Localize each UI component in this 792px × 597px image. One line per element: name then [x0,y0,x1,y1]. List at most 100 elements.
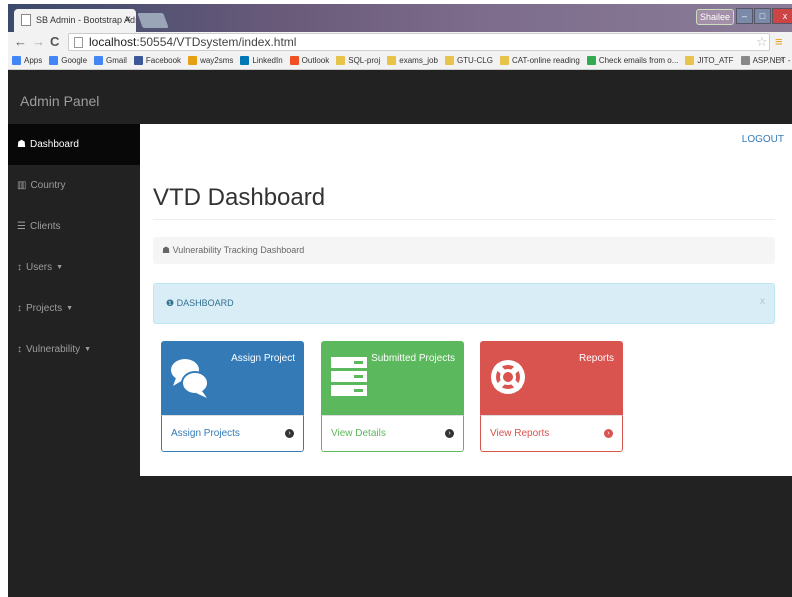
bookmark-label: CAT-online reading [511,56,580,65]
bookmarks-overflow-icon[interactable]: » [779,54,784,64]
bookmark-item[interactable]: GTU-CLG [444,56,493,65]
panel-link-text: View Reports [490,428,550,439]
bookmark-label: ASP.NET - Validators [752,56,792,65]
sidebar-item-country[interactable]: ▥ Country [8,165,140,206]
sidebar-item-label: Users [26,262,53,273]
bookmark-item[interactable]: Outlook [289,56,329,65]
bookmarks-bar: Apps Google Gmail Facebook way2sms LinkedIn Ou… [8,52,792,70]
bookmark-label: LinkedIn [252,56,283,65]
dashboard-icon: ☗ [17,139,26,150]
title-divider [153,219,775,220]
bookmark-item[interactable]: Gmail [94,56,127,65]
bookmark-item[interactable]: Apps [12,56,42,65]
submitted-projects-panel: Submitted Projects View Details › [321,341,464,452]
caret-down-icon: ▼ [66,305,74,312]
arrow-circle-right-icon: › [445,429,454,438]
bookmark-item[interactable]: Google [49,56,87,65]
sort-icon: ↕ [17,344,22,355]
sidebar-item-projects[interactable]: ↕ Projects ▼ [8,288,140,329]
address-bar[interactable]: localhost:50554/VTDsystem/index.html [68,33,770,51]
bookmark-item[interactable]: SQL-proj [336,56,380,65]
caret-down-icon: ▼ [56,264,64,271]
server-icon [331,357,367,396]
bookmark-label: SQL-proj [348,56,381,65]
panel-title: Submitted Projects [371,353,455,364]
logout-link[interactable]: LOGOUT [742,134,784,145]
reload-icon[interactable]: C [50,34,59,49]
brand-title[interactable]: Admin Panel [20,93,99,109]
alert-text: DASHBOARD [176,298,234,308]
bookmark-item[interactable]: Check emails from o... [586,56,679,65]
assign-projects-link[interactable]: Assign Projects › [161,415,304,452]
bookmark-label: Apps [24,56,43,65]
bookmark-item[interactable]: exams_job [387,56,438,65]
bookmark-label: JITO_ATF [697,56,734,65]
tab-close-icon[interactable]: × [125,14,131,25]
assign-project-panel: Assign Project Assign Projects › [161,341,304,452]
bookmark-item[interactable]: way2sms [188,56,233,65]
panel-link-text: View Details [331,428,386,439]
sidebar-item-label: Vulnerability [26,344,81,355]
folder-icon [387,56,397,65]
url-host: localhost [89,35,137,49]
bookmark-label: Check emails from o... [598,56,679,65]
back-arrow-icon[interactable]: ← [14,34,27,49]
bookmark-item[interactable]: CAT-online reading [499,56,580,65]
info-icon: ❶ [166,298,177,308]
bookmark-item[interactable]: LinkedIn [240,56,283,65]
outlook-icon [289,56,299,65]
sort-icon: ↕ [17,262,22,273]
panel-heading: Submitted Projects [321,341,464,415]
info-alert: ❶ DASHBOARD x [153,283,775,324]
profile-badge[interactable]: Shailee [696,9,734,25]
folder-icon [499,56,509,65]
sidebar-item-users[interactable]: ↕ Users ▼ [8,247,140,288]
sidebar-item-clients[interactable]: ☰ Clients [8,206,140,247]
aspnet-icon [740,56,750,65]
apps-grid-icon [12,56,21,65]
forward-arrow-icon[interactable]: → [32,34,45,49]
browser-menu-icon[interactable]: ≡ [775,34,783,49]
page-title: VTD Dashboard [153,184,326,211]
panel-title: Assign Project [231,353,295,364]
admin-app: Admin Panel ☗ Dashboard ▥ Country ☰ Clients ↕ U… [8,71,792,597]
minimize-icon[interactable]: – [736,8,753,24]
alert-close-icon[interactable]: x [760,296,765,307]
url-path: :50554/VTDsystem/index.html [136,35,297,49]
sidebar-item-label: Country [30,180,66,191]
bar-chart-icon: ▥ [17,180,27,191]
bookmark-item[interactable]: JITO_ATF [685,56,734,65]
sidebar-item-dashboard[interactable]: ☗ Dashboard [8,124,140,165]
bookmark-item[interactable]: ASP.NET - Validators [740,56,792,65]
view-reports-link[interactable]: View Reports › [480,415,623,452]
comments-icon [171,359,209,398]
tab-title: SB Admin - Bootstrap Adı [36,15,136,25]
page-info-icon[interactable] [74,37,83,48]
bookmark-label: Facebook [145,56,182,65]
google-icon [49,56,59,65]
linkedin-icon [240,56,250,65]
panel-link-text: Assign Projects [171,428,240,439]
bookmark-star-icon[interactable]: ☆ [756,34,768,50]
panel-heading: Assign Project [161,341,304,415]
bookmark-label: Google [61,56,88,65]
browser-tab[interactable]: SB Admin - Bootstrap Adı × [14,9,136,32]
maximize-icon[interactable]: □ [754,8,771,24]
life-ring-icon [491,360,525,394]
bookmark-label: exams_job [399,56,438,65]
sidebar-nav: ☗ Dashboard ▥ Country ☰ Clients ↕ Users ▼ ↕ Projec… [8,124,140,370]
browser-toolbar: ← → C localhost:50554/VTDsystem/index.ht… [8,32,792,52]
window-close-icon[interactable]: x [772,8,792,24]
way2sms-icon [188,56,198,65]
check-emails-icon [586,56,596,65]
sidebar-item-label: Projects [26,303,63,314]
new-tab-button[interactable] [137,13,169,28]
bookmark-label: GTU-CLG [456,56,493,65]
view-details-link[interactable]: View Details › [321,415,464,452]
bookmark-item[interactable]: Facebook [133,56,182,65]
dashboard-icon: ☗ [162,245,173,255]
browser-window: SB Admin - Bootstrap Adı × Shailee – □ x… [8,4,792,597]
reports-panel: Reports View Reports › [480,341,623,452]
sidebar-item-vulnerability[interactable]: ↕ Vulnerability ▼ [8,329,140,370]
panel-heading: Reports [480,341,623,415]
